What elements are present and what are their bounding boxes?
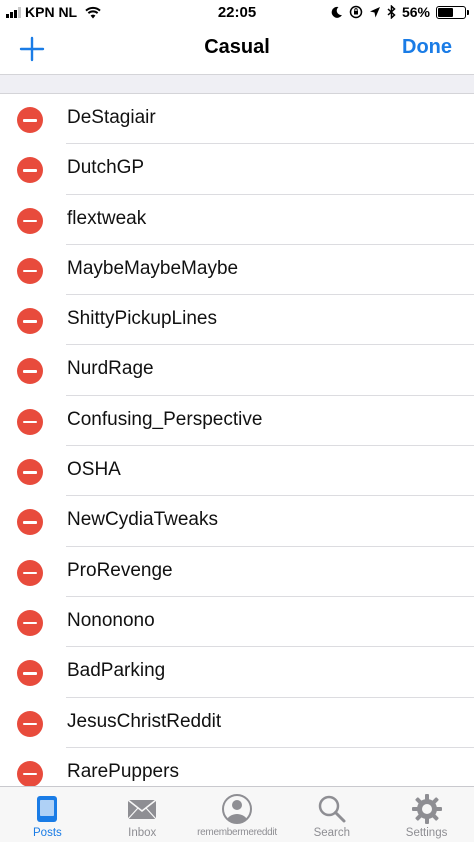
list-item-label: OSHA [67, 459, 121, 481]
list-item[interactable]: Confusing_Perspective [0, 396, 474, 447]
list-item[interactable]: BadParking [0, 647, 474, 698]
tab-label-inbox: Inbox [128, 827, 157, 839]
screen: KPN NL 22:05 56% Casual Done DeStagiair … [0, 0, 474, 842]
location-icon [369, 6, 380, 17]
delete-icon[interactable] [17, 509, 43, 536]
list-item[interactable]: ShittyPickupLines [0, 295, 474, 346]
delete-icon[interactable] [17, 408, 43, 435]
done-button[interactable]: Done [402, 36, 452, 59]
inbox-icon [127, 799, 157, 820]
list-item-label: flextweak [67, 207, 147, 229]
delete-icon[interactable] [17, 358, 43, 385]
delete-icon[interactable] [17, 207, 43, 234]
profile-icon [221, 794, 252, 824]
delete-icon[interactable] [17, 157, 43, 184]
list-item[interactable]: NurdRage [0, 345, 474, 397]
list-item-label: BadParking [67, 660, 166, 682]
delete-icon[interactable] [17, 559, 43, 586]
delete-icon[interactable] [17, 459, 43, 486]
tab-inbox[interactable]: Inbox [95, 787, 190, 842]
tab-bar: Posts Inbox remembermereddit Search Sett… [0, 786, 474, 842]
status-bar: KPN NL 22:05 56% [0, 0, 474, 24]
moon-icon [331, 6, 342, 18]
list-item-label: JesusChristReddit [67, 710, 222, 732]
delete-icon[interactable] [17, 107, 43, 133]
list-item[interactable]: ProRevenge [0, 547, 474, 598]
list-item-label: NewCydiaTweaks [67, 509, 218, 531]
list-item[interactable]: OSHA [0, 446, 474, 497]
list-item[interactable]: MaybeMaybeMaybe [0, 245, 474, 296]
search-icon [318, 795, 346, 823]
list-item-label: Nononono [67, 609, 155, 631]
delete-icon[interactable] [17, 609, 43, 636]
list-item[interactable]: NewCydiaTweaks [0, 496, 474, 547]
add-icon[interactable] [18, 35, 46, 63]
delete-icon[interactable] [17, 760, 43, 786]
tab-label-posts: Posts [33, 827, 62, 839]
delete-icon[interactable] [17, 710, 43, 737]
delete-icon[interactable] [17, 308, 43, 335]
tab-profile[interactable]: remembermereddit [190, 787, 285, 842]
battery-level [438, 7, 453, 17]
list-item[interactable]: flextweak [0, 195, 474, 246]
list-item[interactable]: DutchGP [0, 144, 474, 195]
list-item-label: DeStagiair [67, 107, 156, 128]
subreddit-list: DeStagiair DutchGP flextweak MaybeMaybeMayb… [0, 94, 474, 786]
list-item[interactable]: Nononono [0, 597, 474, 648]
navigation-bar: Casual Done [0, 24, 474, 74]
list-item-label: NurdRage [67, 358, 154, 380]
tab-posts[interactable]: Posts [0, 787, 95, 842]
posts-icon [37, 796, 58, 822]
list-item-label: ProRevenge [67, 559, 173, 581]
list-item-label: Confusing_Perspective [67, 408, 263, 430]
list-item-label: RarePuppers [67, 760, 179, 782]
delete-icon[interactable] [17, 257, 43, 284]
tab-settings[interactable]: Settings [379, 787, 474, 842]
tab-label-search: Search [313, 827, 350, 839]
settings-icon [411, 794, 442, 824]
tab-search[interactable]: Search [284, 787, 379, 842]
battery-percent: 56% [401, 4, 430, 20]
status-right: 56% [330, 4, 469, 20]
list-item[interactable]: DeStagiair [0, 94, 474, 145]
list-item-label: MaybeMaybeMaybe [67, 257, 239, 279]
list-item-label: DutchGP [67, 157, 145, 179]
tab-label-profile: remembermereddit [197, 827, 277, 838]
list-item[interactable]: JesusChristReddit [0, 698, 474, 749]
section-header-spacer [0, 74, 474, 94]
delete-icon[interactable] [17, 660, 43, 687]
tab-label-settings: Settings [405, 827, 448, 839]
list-item[interactable]: RarePuppers [0, 748, 474, 786]
list-item-label: ShittyPickupLines [67, 308, 217, 330]
rotation-lock-icon [349, 5, 363, 19]
battery-icon [436, 5, 469, 19]
bluetooth-icon [387, 5, 396, 19]
